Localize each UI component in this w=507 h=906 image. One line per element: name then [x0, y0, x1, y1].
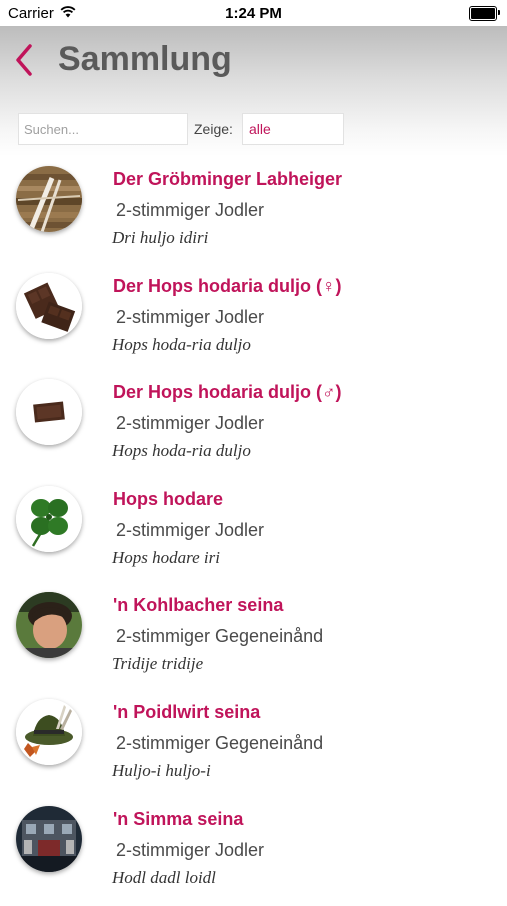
- header: Sammlung Zeige: alle: [0, 26, 507, 156]
- chevron-left-icon: [16, 44, 32, 76]
- item-title: Der Hops hodaria duljo (♂): [113, 382, 342, 403]
- item-title: 'n Simma seina: [113, 808, 244, 829]
- item-subtitle: 2-stimmiger Gegeneinånd: [116, 626, 324, 647]
- item-subtitle: 2-stimmiger Jodler: [116, 306, 265, 327]
- search-input[interactable]: [18, 113, 188, 145]
- item-lyric: Dri huljo idiri: [112, 228, 209, 247]
- item-lyric: Hops hoda-ria duljo: [112, 334, 251, 354]
- item-subtitle: 2-stimmiger Jodler: [116, 200, 265, 220]
- item-title: Hops hodare: [113, 488, 224, 509]
- list-item[interactable]: Hops hodare 2-stimmiger Jodler Hops hoda…: [0, 480, 507, 587]
- filter-select[interactable]: alle: [242, 113, 344, 145]
- item-lyric: Hops hodare iri: [112, 547, 220, 567]
- item-lyric: Hodl dadl loidl: [112, 867, 216, 887]
- back-button[interactable]: [10, 40, 44, 80]
- status-time: 1:24 PM: [225, 4, 282, 22]
- list-item[interactable]: Der Hops hodaria duljo (♀) 2-stimmiger J…: [0, 267, 507, 374]
- boy-portrait-thumbnail: [16, 592, 82, 659]
- chocolate-pieces-thumbnail: [16, 272, 82, 339]
- list-item[interactable]: 'n Simma seina 2-stimmiger Jodler Hodl d…: [0, 800, 507, 906]
- item-subtitle: 2-stimmiger Jodler: [116, 519, 265, 540]
- item-lyric: Huljo-i huljo-i: [112, 760, 211, 780]
- four-leaf-clover-thumbnail: [16, 485, 82, 552]
- wooden-sticks-thumbnail: [16, 166, 82, 232]
- song-list: Der Gröbminger Labheiger 2-stimmiger Jod…: [0, 160, 507, 906]
- carrier-label: Carrier: [8, 4, 54, 22]
- item-title: Der Gröbminger Labheiger: [113, 169, 343, 189]
- item-subtitle: 2-stimmiger Jodler: [116, 413, 265, 434]
- battery-icon: [469, 5, 500, 21]
- item-title: Der Hops hodaria duljo (♀): [113, 275, 342, 296]
- page-title: Sammlung: [58, 40, 232, 78]
- item-subtitle: 2-stimmiger Gegeneinånd: [116, 732, 324, 753]
- list-item[interactable]: Der Gröbminger Labheiger 2-stimmiger Jod…: [0, 160, 507, 267]
- chocolate-piece-thumbnail: [16, 379, 82, 446]
- building-scene-thumbnail: [16, 805, 82, 872]
- item-subtitle: 2-stimmiger Jodler: [116, 839, 265, 860]
- status-left: Carrier: [0, 5, 76, 22]
- item-title: 'n Poidlwirt seina: [113, 701, 261, 722]
- item-title: 'n Kohlbacher seina: [113, 595, 284, 616]
- alpine-hat-thumbnail: [16, 698, 82, 765]
- list-item[interactable]: 'n Kohlbacher seina 2-stimmiger Gegenein…: [0, 586, 507, 693]
- status-right: [469, 5, 507, 21]
- list-item[interactable]: Der Hops hodaria duljo (♂) 2-stimmiger J…: [0, 373, 507, 480]
- list-item[interactable]: 'n Poidlwirt seina 2-stimmiger Gegeneinå…: [0, 693, 507, 800]
- item-lyric: Tridije tridije: [112, 654, 204, 674]
- filter-label: Zeige:: [194, 121, 233, 137]
- item-lyric: Hops hoda-ria duljo: [112, 441, 251, 461]
- status-bar: Carrier 1:24 PM: [0, 0, 507, 26]
- battery-fill: [471, 7, 495, 19]
- wifi-icon: [60, 5, 76, 22]
